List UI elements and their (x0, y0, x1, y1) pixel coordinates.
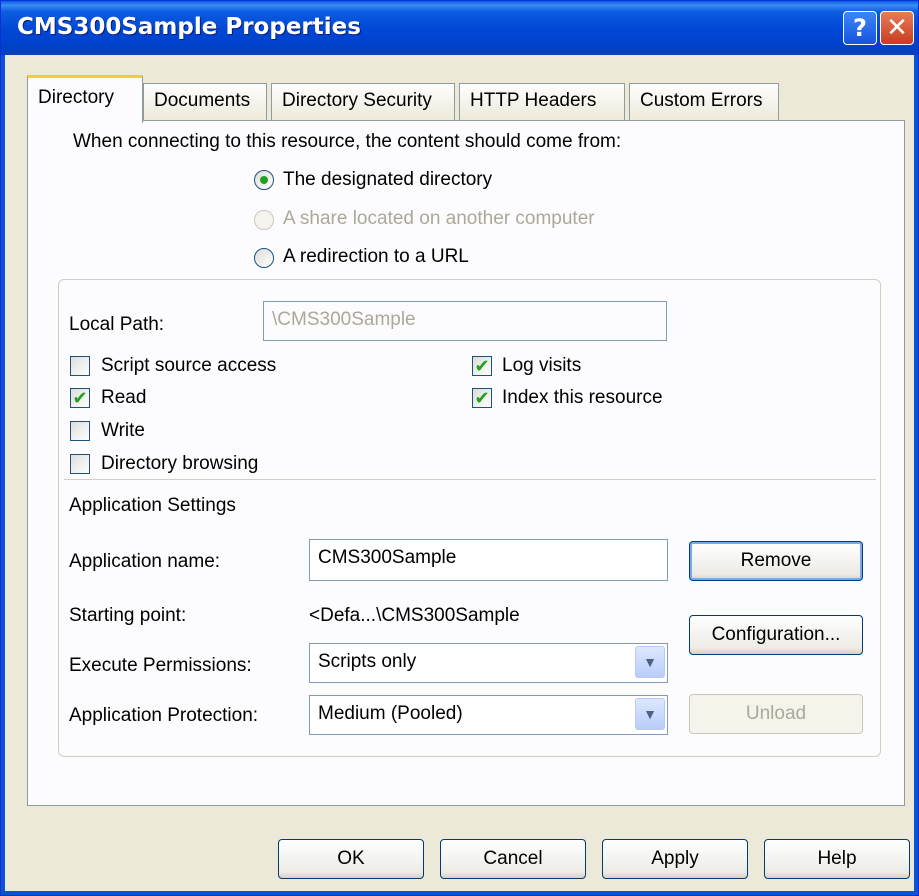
label-index-resource[interactable]: Index this resource (502, 387, 663, 409)
close-icon[interactable]: ✕ (880, 11, 914, 45)
window-title: CMS300Sample Properties (17, 14, 361, 40)
directory-settings-group (58, 279, 881, 757)
local-path-label: Local Path: (69, 314, 165, 335)
application-protection-value: Medium (Pooled) (318, 703, 463, 724)
application-protection-label: Application Protection: (69, 705, 259, 726)
label-write[interactable]: Write (101, 420, 145, 442)
tab-http-headers[interactable]: HTTP Headers (459, 83, 625, 121)
label-script-source-access[interactable]: Script source access (101, 355, 276, 377)
tab-documents[interactable]: Documents (143, 83, 267, 121)
apply-button[interactable]: Apply (602, 839, 748, 879)
starting-point-value: <Defa...\CMS300Sample (309, 605, 520, 626)
tab-custom-errors[interactable]: Custom Errors (629, 83, 779, 121)
checkbox-script-source-access[interactable] (70, 356, 90, 376)
label-log-visits[interactable]: Log visits (502, 355, 581, 377)
configuration-button[interactable]: Configuration... (689, 615, 863, 655)
remove-button[interactable]: Remove (689, 541, 863, 581)
help-icon[interactable]: ? (843, 11, 877, 45)
title-bar[interactable]: CMS300Sample Properties ? ✕ (1, 1, 918, 55)
execute-permissions-label: Execute Permissions: (69, 655, 252, 676)
radio-share-another-computer (254, 210, 274, 230)
local-path-field: \CMS300Sample (263, 301, 667, 341)
checkbox-index-resource[interactable]: ✔ (472, 388, 492, 408)
chevron-down-icon[interactable]: ▼ (635, 646, 665, 678)
application-protection-select[interactable]: Medium (Pooled) ▼ (309, 695, 668, 735)
tab-directory-security[interactable]: Directory Security (271, 83, 455, 121)
checkbox-directory-browsing[interactable] (70, 454, 90, 474)
chevron-down-icon[interactable]: ▼ (635, 698, 665, 730)
unload-button: Unload (689, 694, 863, 734)
label-read[interactable]: Read (101, 387, 146, 409)
checkbox-read[interactable]: ✔ (70, 388, 90, 408)
radio-redirection-url[interactable] (254, 248, 274, 268)
application-name-field[interactable]: CMS300Sample (309, 539, 668, 581)
radio-label-redirection-url[interactable]: A redirection to a URL (283, 246, 469, 268)
ok-button[interactable]: OK (278, 839, 424, 879)
label-directory-browsing[interactable]: Directory browsing (101, 453, 258, 475)
content-source-prompt: When connecting to this resource, the co… (73, 131, 622, 152)
checkbox-write[interactable] (70, 421, 90, 441)
help-button[interactable]: Help (764, 839, 910, 879)
tab-directory[interactable]: Directory (27, 75, 143, 123)
application-name-label: Application name: (69, 551, 221, 572)
execute-permissions-select[interactable]: Scripts only ▼ (309, 643, 668, 683)
application-settings-heading: Application Settings (69, 495, 236, 516)
radio-label-share-another-computer: A share located on another computer (283, 208, 595, 229)
group-separator (64, 479, 876, 480)
properties-dialog: CMS300Sample Properties ? ✕ Directory Do… (0, 0, 919, 896)
cancel-button[interactable]: Cancel (440, 839, 586, 879)
radio-designated-directory[interactable] (254, 170, 274, 190)
radio-label-designated-directory[interactable]: The designated directory (283, 169, 492, 191)
checkbox-log-visits[interactable]: ✔ (472, 356, 492, 376)
execute-permissions-value: Scripts only (318, 651, 417, 672)
starting-point-label: Starting point: (69, 605, 187, 626)
